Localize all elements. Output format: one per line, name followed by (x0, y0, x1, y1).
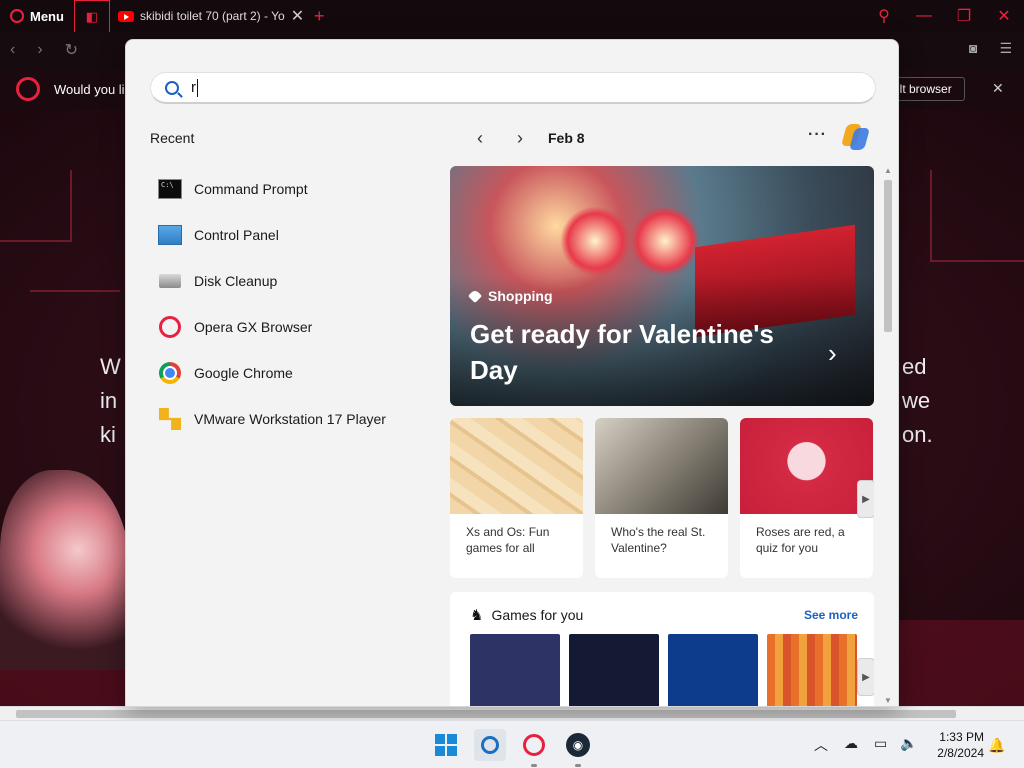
page-text-left: W in ki (100, 354, 121, 447)
horizontal-scrollbar-thumb[interactable] (16, 710, 956, 718)
opera-gx-taskbar-button[interactable] (518, 729, 550, 767)
start-button[interactable] (430, 729, 462, 761)
gamepad-icon: ◧ (85, 8, 99, 24)
chevron-right-icon[interactable]: › (500, 128, 540, 149)
opera-logo-icon (16, 77, 40, 101)
show-hidden-icons-chevron[interactable]: ︿ (814, 735, 828, 755)
nav-right-tools: ◙ ☰ (969, 40, 1012, 57)
recent-item-control-panel[interactable]: Control Panel (158, 212, 428, 258)
steam-taskbar-button[interactable]: ◉ (562, 729, 594, 767)
cards-next-button[interactable]: ▶ (857, 480, 874, 518)
article-cards-row: Xs and Os: Fun games for all Who's the r… (450, 418, 874, 578)
opera-menu-button[interactable]: Menu (0, 0, 74, 32)
maximize-button[interactable]: ❐ (944, 6, 984, 26)
recent-item-vmware[interactable]: VMware Workstation 17 Player (158, 396, 428, 442)
game-tile[interactable] (767, 634, 857, 706)
tic-tac-toe-image (450, 418, 583, 514)
close-infobar-icon[interactable]: ✕ (992, 80, 1004, 97)
gx-corner-tab[interactable]: ◧ (73, 0, 110, 32)
heart-question-image (740, 418, 873, 514)
game-tile[interactable] (668, 634, 758, 706)
scroll-up-icon[interactable]: ▲ (884, 166, 892, 175)
hero-category: Shopping (467, 288, 553, 304)
hero-title: Get ready for Valentine's Day (470, 319, 774, 385)
clock[interactable]: 1:33 PM 2/8/2024 (928, 729, 984, 761)
anime-character-image (0, 470, 130, 670)
close-window-button[interactable]: ✕ (984, 6, 1024, 26)
recent-heading: Recent (150, 130, 195, 146)
recent-item-disk-cleanup[interactable]: Disk Cleanup (158, 258, 428, 304)
taskbar: ◉ ︿ ☁ ▭ 🔈 1:33 PM 2/8/2024 🔔 (0, 720, 1024, 768)
widgets-feed: Shopping Get ready for Valentine's Day ›… (450, 166, 874, 706)
copilot-icon[interactable] (840, 122, 870, 152)
games-next-button[interactable]: ▶ (857, 658, 874, 696)
tab-title: skibidi toilet 70 (part 2) - Yo (139, 9, 285, 23)
search-taskbar-button[interactable] (474, 729, 506, 761)
scroll-down-icon[interactable]: ▼ (884, 696, 892, 705)
search-input[interactable]: r (150, 72, 876, 104)
chrome-icon (159, 362, 181, 384)
page-text-right: ed we on. (902, 354, 933, 447)
chevron-left-icon[interactable]: ‹ (460, 128, 500, 149)
chevron-right-icon[interactable]: › (828, 338, 837, 369)
recent-apps-list: C:\ Command Prompt Control Panel Disk Cl… (158, 166, 428, 442)
control-panel-icon (158, 225, 182, 245)
more-options-icon[interactable]: ··· (808, 126, 827, 144)
search-icon (481, 736, 499, 754)
recent-item-command-prompt[interactable]: C:\ Command Prompt (158, 166, 428, 212)
games-heading: ♞ Games for you (470, 607, 584, 624)
browser-tab-bar: Menu ◧ skibidi toilet 70 (part 2) - Yo ✕… (0, 0, 1024, 32)
hero-article-card[interactable]: Shopping Get ready for Valentine's Day › (450, 166, 874, 406)
disk-cleanup-icon (159, 274, 181, 288)
window-controls: ⚲ — ❐ ✕ (864, 0, 1024, 32)
vmware-icon (159, 408, 181, 430)
infobar-text: Would you li (54, 81, 125, 97)
back-icon[interactable]: ‹ (10, 41, 15, 59)
games-for-you-card: ♞ Games for you See more ▶ (450, 592, 874, 706)
article-card[interactable]: Xs and Os: Fun games for all (450, 418, 583, 578)
opera-logo-icon (10, 9, 24, 23)
settings-sliders-icon[interactable]: ☰ (999, 40, 1012, 57)
search-query: r (191, 78, 198, 97)
clock-date: 2/8/2024 (937, 746, 984, 760)
widgets-scrollbar[interactable]: ▲ ▼ (882, 166, 894, 706)
volume-muted-icon[interactable]: 🔈 (900, 735, 917, 752)
search-tabs-icon[interactable]: ⚲ (864, 6, 904, 26)
youtube-icon (117, 10, 134, 22)
windows-search-flyout: r Recent C:\ Command Prompt Control Pane… (125, 39, 899, 707)
network-icon[interactable]: ▭ (874, 735, 887, 752)
search-icon (165, 80, 179, 95)
game-tile[interactable] (569, 634, 659, 706)
see-more-link[interactable]: See more (804, 608, 858, 622)
game-tile[interactable] (470, 634, 560, 706)
plus-icon[interactable]: + (306, 6, 333, 27)
menu-label: Menu (30, 8, 64, 24)
article-card[interactable]: Roses are red, a quiz for you (740, 418, 873, 578)
windows-logo-icon (435, 734, 457, 756)
widgets-date: Feb 8 (548, 130, 585, 146)
chess-knight-icon: ♞ (470, 607, 484, 624)
camera-icon[interactable]: ◙ (969, 40, 977, 57)
clock-time: 1:33 PM (939, 730, 984, 744)
recent-item-opera-gx[interactable]: Opera GX Browser (158, 304, 428, 350)
close-tab-icon[interactable]: ✕ (291, 6, 304, 26)
steam-icon: ◉ (566, 733, 590, 757)
notification-bell-icon[interactable]: 🔔 (988, 737, 1005, 754)
article-card[interactable]: Who's the real St. Valentine? (595, 418, 728, 578)
opera-gx-icon (523, 734, 545, 756)
horizontal-scrollbar[interactable] (0, 706, 1024, 720)
recent-item-google-chrome[interactable]: Google Chrome (158, 350, 428, 396)
minimize-button[interactable]: — (904, 7, 944, 25)
reload-icon[interactable]: ↻ (65, 40, 78, 60)
onedrive-icon[interactable]: ☁ (844, 735, 858, 752)
opera-gx-icon (159, 316, 181, 338)
forward-icon[interactable]: › (37, 41, 42, 59)
widgets-header: ‹ › Feb 8 ··· (460, 124, 876, 150)
widgets-scrollbar-thumb[interactable] (884, 180, 892, 332)
tag-icon (467, 288, 483, 304)
browser-tab[interactable]: skibidi toilet 70 (part 2) - Yo ✕ (110, 0, 306, 32)
saint-valentine-image (595, 418, 728, 514)
command-prompt-icon: C:\ (158, 179, 182, 199)
